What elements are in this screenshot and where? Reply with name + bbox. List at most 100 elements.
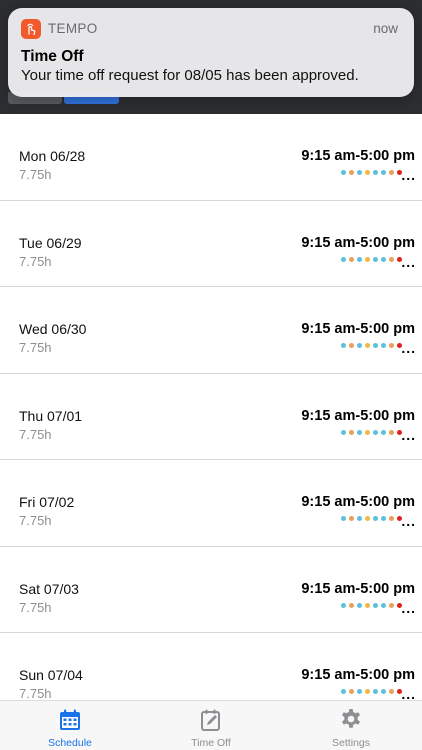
shift-time: 9:15 am-5:00 pm: [301, 148, 415, 164]
shift-dot: [349, 256, 354, 262]
shift-dot: [373, 256, 378, 262]
day-hours: 7.75h: [19, 253, 52, 269]
schedule-row-6[interactable]: Sun 07/04 7.75h 9:15 am-5:00 pm ...: [0, 633, 422, 700]
shift-dot: [341, 343, 346, 348]
day-hours: 7.75h: [19, 340, 52, 355]
shift-dots: [341, 170, 402, 175]
day-hours: 7.75h: [19, 513, 52, 528]
shift-dot: [365, 602, 370, 608]
shift-time: 9:15 am-5:00 pm: [301, 580, 415, 597]
shift-dot: [349, 429, 354, 435]
shift-dot: [341, 429, 346, 435]
notification-body: Your time off request for 08/05 has been…: [21, 67, 359, 84]
shift-dot: [389, 602, 394, 608]
day-hours: 7.75h: [19, 599, 52, 615]
shift-dot: [365, 429, 370, 435]
shift-dot: [357, 689, 362, 694]
more-dots[interactable]: ...: [401, 340, 416, 356]
shift-dot: [381, 343, 386, 348]
day-hours: 7.75h: [19, 686, 52, 700]
shift-dot: [365, 256, 370, 262]
shift-dot: [365, 516, 370, 521]
shift-dot: [381, 602, 386, 608]
shift-dot: [389, 343, 394, 348]
shift-dot: [341, 602, 346, 608]
shift-time: 9:15 am-5:00 pm: [301, 407, 415, 424]
shift-dot: [365, 343, 370, 348]
day-date: Sat 07/03: [19, 580, 79, 597]
shift-dots: [341, 689, 402, 694]
more-dots[interactable]: ...: [401, 686, 416, 700]
tab-label: Settings: [332, 737, 370, 749]
shift-dots: [341, 256, 402, 262]
tab-label: Schedule: [48, 737, 92, 749]
shift-dot: [357, 170, 362, 175]
shift-dot: [341, 256, 346, 262]
schedule-list: Mon 06/28 7.75h 9:15 am-5:00 pm ... Tue …: [0, 114, 422, 700]
day-hours: 7.75h: [19, 167, 52, 182]
tab-schedule[interactable]: Schedule: [0, 701, 140, 750]
more-dots[interactable]: ...: [401, 167, 416, 183]
shift-dots: [341, 516, 402, 521]
gear-icon: [342, 709, 360, 728]
shift-dots: [341, 343, 402, 348]
schedule-row-4[interactable]: Fri 07/02 7.75h 9:15 am-5:00 pm ...: [0, 460, 422, 547]
shift-dot: [349, 602, 354, 608]
shift-dot: [389, 170, 394, 175]
day-date: Sun 07/04: [19, 667, 83, 683]
shift-dot: [341, 689, 346, 694]
shift-dot: [389, 256, 394, 262]
tab-settings[interactable]: Settings: [281, 701, 421, 750]
day-date: Wed 06/30: [19, 321, 87, 337]
shift-dot: [381, 516, 386, 521]
more-dots[interactable]: ...: [401, 427, 416, 443]
shift-dot: [365, 689, 370, 694]
more-dots[interactable]: ...: [401, 254, 416, 270]
shift-dot: [373, 170, 378, 175]
shift-time: 9:15 am-5:00 pm: [301, 234, 415, 251]
shift-dot: [381, 170, 386, 175]
shift-dot: [373, 689, 378, 694]
shift-dot: [357, 256, 362, 262]
shift-dot: [349, 516, 354, 521]
shift-dot: [349, 689, 354, 694]
schedule-row-1[interactable]: Tue 06/29 7.75h 9:15 am-5:00 pm ...: [0, 201, 422, 287]
schedule-row-2[interactable]: Wed 06/30 7.75h 9:15 am-5:00 pm ...: [0, 287, 422, 374]
tab-time-off[interactable]: Time Off: [141, 701, 281, 750]
tempo-app-icon: [21, 19, 41, 39]
shift-dot: [357, 602, 362, 608]
shift-dot: [373, 343, 378, 348]
shift-dot: [365, 170, 370, 175]
shift-time: 9:15 am-5:00 pm: [301, 321, 415, 337]
shift-time: 9:15 am-5:00 pm: [301, 667, 415, 683]
shift-dot: [381, 256, 386, 262]
tab-bar: Schedule Time Off Settings: [0, 700, 422, 750]
shift-dot: [389, 429, 394, 435]
shift-dot: [381, 689, 386, 694]
edit-note-icon: [201, 709, 220, 731]
shift-dot: [389, 689, 394, 694]
shift-dot: [341, 170, 346, 175]
shift-dot: [349, 170, 354, 175]
shift-dots: [341, 429, 402, 435]
shift-dot: [357, 343, 362, 348]
schedule-row-0[interactable]: Mon 06/28 7.75h 9:15 am-5:00 pm ...: [0, 114, 422, 201]
shift-time: 9:15 am-5:00 pm: [301, 494, 415, 510]
shift-dot: [357, 516, 362, 521]
tab-label: Time Off: [191, 737, 231, 749]
day-date: Mon 06/28: [19, 148, 86, 164]
shift-dot: [341, 516, 346, 521]
shift-dots: [341, 602, 402, 608]
shift-dot: [389, 516, 394, 521]
day-date: Tue 06/29: [19, 234, 82, 251]
shift-dot: [373, 516, 378, 521]
more-dots[interactable]: ...: [401, 513, 416, 529]
notification-banner[interactable]: TEMPO now Time Off Your time off request…: [8, 8, 414, 97]
schedule-row-5[interactable]: Sat 07/03 7.75h 9:15 am-5:00 pm ...: [0, 547, 422, 633]
shift-dot: [357, 429, 362, 435]
calendar-icon: [60, 709, 80, 730]
notification-title: Time Off: [21, 48, 84, 65]
schedule-row-3[interactable]: Thu 07/01 7.75h 9:15 am-5:00 pm ...: [0, 374, 422, 460]
notification-app-name: TEMPO: [48, 21, 98, 36]
more-dots[interactable]: ...: [401, 600, 416, 616]
